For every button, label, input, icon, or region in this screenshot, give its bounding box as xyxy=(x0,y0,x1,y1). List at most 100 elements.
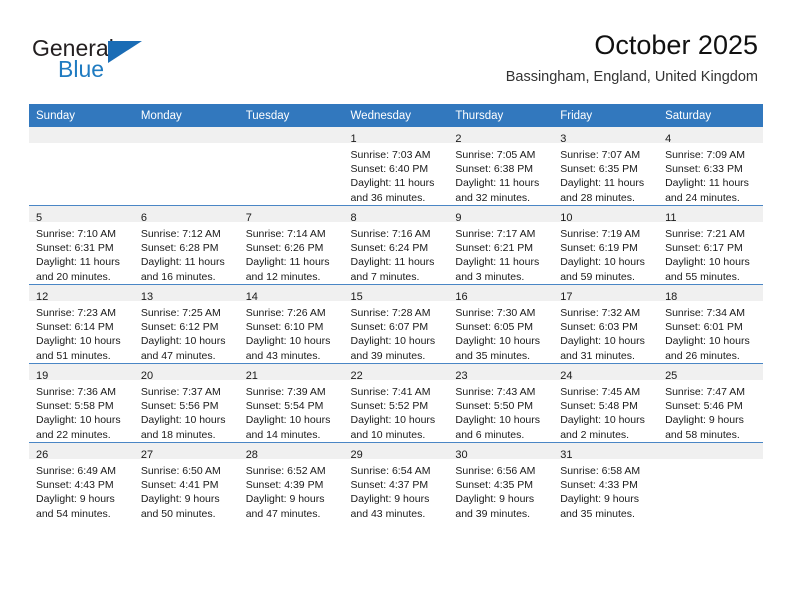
sunset-text: Sunset: 6:07 PM xyxy=(350,321,429,334)
calendar-day-cell[interactable]: 4 Sunrise: 7:09 AM Sunset: 6:33 PM Daylight… xyxy=(658,127,763,206)
day-number: 31 xyxy=(560,449,573,461)
daylight-text-line2: and 2 minutes. xyxy=(560,428,630,441)
calendar-header-row: Sunday Monday Tuesday Wednesday Thursday Frid… xyxy=(29,104,763,127)
day-details: Sunrise: 7:05 AM Sunset: 6:38 PM Daylight:… xyxy=(448,143,553,205)
calendar-day-cell[interactable]: 10 Sunrise: 7:19 AM Sunset: 6:19 PM Dayligh… xyxy=(553,205,659,285)
day-details xyxy=(134,143,239,148)
calendar-day-cell[interactable]: 7 Sunrise: 7:14 AM Sunset: 6:26 PM Daylight… xyxy=(238,205,344,285)
daylight-text-line2: and 28 minutes. xyxy=(560,191,635,204)
calendar-day-cell[interactable]: 12 Sunrise: 7:23 AM Sunset: 6:14 PM Dayligh… xyxy=(29,284,134,364)
calendar-day-cell[interactable]: 18 Sunrise: 7:34 AM Sunset: 6:01 PM Dayligh… xyxy=(658,284,763,364)
daylight-text-line2: and 51 minutes. xyxy=(36,349,111,362)
calendar-day-cell[interactable]: 2 Sunrise: 7:05 AM Sunset: 6:38 PM Daylight… xyxy=(448,127,554,206)
generalblue-logo[interactable]: General Blue xyxy=(32,35,202,90)
calendar-day-cell-empty xyxy=(658,442,763,521)
sunset-text: Sunset: 6:38 PM xyxy=(455,163,534,176)
day-details: Sunrise: 6:50 AM Sunset: 4:41 PM Daylight:… xyxy=(134,459,239,521)
sunrise-text: Sunrise: 7:28 AM xyxy=(350,307,431,319)
day-number: 13 xyxy=(140,291,154,303)
day-number-strip: 3 xyxy=(553,127,659,145)
daylight-text-line1: Daylight: 10 hours xyxy=(455,335,541,348)
day-number-strip: 28 xyxy=(238,443,344,461)
day-number: 3 xyxy=(560,133,567,145)
day-number-strip: 16 xyxy=(448,285,554,303)
title-block: October 2025 Bassingham, England, United… xyxy=(506,28,758,88)
day-number-strip: 30 xyxy=(448,443,554,461)
calendar-day-cell[interactable]: 21 Sunrise: 7:39 AM Sunset: 5:54 PM Dayligh… xyxy=(238,363,344,443)
calendar-day-cell[interactable]: 8 Sunrise: 7:16 AM Sunset: 6:24 PM Daylight… xyxy=(343,205,449,285)
daylight-text-line2: and 31 minutes. xyxy=(560,349,635,362)
day-number-strip: 5 xyxy=(29,206,134,224)
daylight-text-line1: Daylight: 11 hours xyxy=(245,256,330,269)
day-details: Sunrise: 7:16 AM Sunset: 6:24 PM Daylight:… xyxy=(344,222,449,284)
calendar-day-cell[interactable]: 16 Sunrise: 7:30 AM Sunset: 6:05 PM Dayligh… xyxy=(448,284,554,364)
calendar-day-cell[interactable]: 11 Sunrise: 7:21 AM Sunset: 6:17 PM Dayligh… xyxy=(658,205,763,285)
calendar-day-cell[interactable]: 19 Sunrise: 7:36 AM Sunset: 5:58 PM Dayligh… xyxy=(29,363,134,443)
calendar-day-cell[interactable]: 5 Sunrise: 7:10 AM Sunset: 6:31 PM Daylight… xyxy=(29,205,134,285)
sunset-text: Sunset: 6:14 PM xyxy=(36,321,114,334)
calendar-day-cell[interactable]: 30 Sunrise: 6:56 AM Sunset: 4:35 PM Dayligh… xyxy=(448,442,554,521)
sunset-text: Sunset: 6:03 PM xyxy=(560,321,638,334)
calendar-day-cell[interactable]: 25 Sunrise: 7:47 AM Sunset: 5:46 PM Dayligh… xyxy=(658,363,763,443)
sunrise-text: Sunrise: 6:54 AM xyxy=(350,465,431,477)
logo-text-blue: Blue xyxy=(58,56,105,82)
day-number: 1 xyxy=(350,133,357,145)
calendar-day-cell[interactable]: 28 Sunrise: 6:52 AM Sunset: 4:39 PM Dayligh… xyxy=(238,442,344,521)
day-number-strip: 13 xyxy=(133,285,239,303)
daylight-text-line1: Daylight: 10 hours xyxy=(560,414,645,427)
calendar-day-cell[interactable]: 27 Sunrise: 6:50 AM Sunset: 4:41 PM Dayligh… xyxy=(133,442,239,521)
day-number: 11 xyxy=(665,212,677,224)
day-details: Sunrise: 7:09 AM Sunset: 6:33 PM Daylight:… xyxy=(658,143,763,205)
weekday-header-monday: Monday xyxy=(133,104,239,127)
day-details: Sunrise: 7:32 AM Sunset: 6:03 PM Daylight:… xyxy=(553,301,658,363)
calendar-day-cell[interactable]: 17 Sunrise: 7:32 AM Sunset: 6:03 PM Dayligh… xyxy=(553,284,659,364)
day-number-strip: 2 xyxy=(448,127,554,145)
calendar-day-cell[interactable]: 1 Sunrise: 7:03 AM Sunset: 6:40 PM Daylight… xyxy=(343,127,449,206)
calendar-day-cell[interactable]: 29 Sunrise: 6:54 AM Sunset: 4:37 PM Dayligh… xyxy=(343,442,449,521)
day-number: 23 xyxy=(455,370,468,382)
calendar-day-cell[interactable]: 14 Sunrise: 7:26 AM Sunset: 6:10 PM Dayligh… xyxy=(238,284,344,364)
day-details: Sunrise: 6:49 AM Sunset: 4:43 PM Daylight:… xyxy=(29,459,134,521)
day-number: 5 xyxy=(36,212,43,224)
day-number-strip: 20 xyxy=(133,364,239,382)
daylight-text-line2: and 20 minutes. xyxy=(36,270,111,283)
calendar-day-cell[interactable]: 9 Sunrise: 7:17 AM Sunset: 6:21 PM Daylight… xyxy=(448,205,554,285)
daylight-text-line2: and 7 minutes. xyxy=(350,270,420,283)
daylight-text-line2: and 43 minutes. xyxy=(245,349,321,362)
day-number-strip: 11 xyxy=(658,206,763,224)
calendar-day-cell[interactable]: 20 Sunrise: 7:37 AM Sunset: 5:56 PM Dayligh… xyxy=(133,363,239,443)
calendar-day-cell[interactable]: 15 Sunrise: 7:28 AM Sunset: 6:07 PM Dayligh… xyxy=(343,284,449,364)
calendar-week-row: 26 Sunrise: 6:49 AM Sunset: 4:43 PM Dayligh… xyxy=(29,442,763,521)
calendar-week-row: 12 Sunrise: 7:23 AM Sunset: 6:14 PM Dayligh… xyxy=(29,284,763,364)
calendar-day-cell[interactable]: 22 Sunrise: 7:41 AM Sunset: 5:52 PM Dayligh… xyxy=(343,363,449,443)
day-number-strip: 4 xyxy=(658,127,763,145)
calendar-day-cell[interactable]: 3 Sunrise: 7:07 AM Sunset: 6:35 PM Daylight… xyxy=(553,127,659,206)
calendar-day-cell[interactable]: 23 Sunrise: 7:43 AM Sunset: 5:50 PM Dayligh… xyxy=(448,363,554,443)
sunset-text: Sunset: 4:39 PM xyxy=(245,479,324,492)
daylight-text-line2: and 18 minutes. xyxy=(140,428,216,441)
day-number-strip: 24 xyxy=(553,364,659,382)
daylight-text-line2: and 35 minutes. xyxy=(455,349,531,362)
daylight-text-line1: Daylight: 10 hours xyxy=(560,256,645,269)
page-subtitle: Bassingham, England, United Kingdom xyxy=(505,69,758,85)
day-details: Sunrise: 6:56 AM Sunset: 4:35 PM Daylight:… xyxy=(448,459,553,521)
calendar-day-cell[interactable]: 6 Sunrise: 7:12 AM Sunset: 6:28 PM Daylight… xyxy=(133,205,239,285)
calendar-day-cell[interactable]: 31 Sunrise: 6:58 AM Sunset: 4:33 PM Dayligh… xyxy=(553,442,659,521)
calendar-day-cell[interactable]: 13 Sunrise: 7:25 AM Sunset: 6:12 PM Dayligh… xyxy=(133,284,239,364)
daylight-text-line2: and 10 minutes. xyxy=(350,428,426,441)
daylight-text-line2: and 36 minutes. xyxy=(350,191,426,204)
daylight-text-line2: and 3 minutes. xyxy=(455,270,525,283)
daylight-text-line1: Daylight: 11 hours xyxy=(350,177,435,190)
sunrise-text: Sunrise: 6:49 AM xyxy=(36,465,116,477)
day-number: 7 xyxy=(245,212,252,224)
calendar-week-row: 19 Sunrise: 7:36 AM Sunset: 5:58 PM Dayligh… xyxy=(29,363,763,443)
day-details: Sunrise: 7:41 AM Sunset: 5:52 PM Daylight:… xyxy=(344,380,449,442)
day-number-strip: 19 xyxy=(29,364,134,382)
daylight-text-line2: and 43 minutes. xyxy=(350,507,426,520)
sunrise-text: Sunrise: 7:05 AM xyxy=(455,149,536,161)
daylight-text-line1: Daylight: 9 hours xyxy=(245,493,325,506)
calendar-day-cell[interactable]: 26 Sunrise: 6:49 AM Sunset: 4:43 PM Dayligh… xyxy=(29,442,134,521)
sunset-text: Sunset: 5:54 PM xyxy=(245,400,324,413)
daylight-text-line1: Daylight: 11 hours xyxy=(36,256,120,269)
calendar-day-cell[interactable]: 24 Sunrise: 7:45 AM Sunset: 5:48 PM Dayligh… xyxy=(553,363,659,443)
